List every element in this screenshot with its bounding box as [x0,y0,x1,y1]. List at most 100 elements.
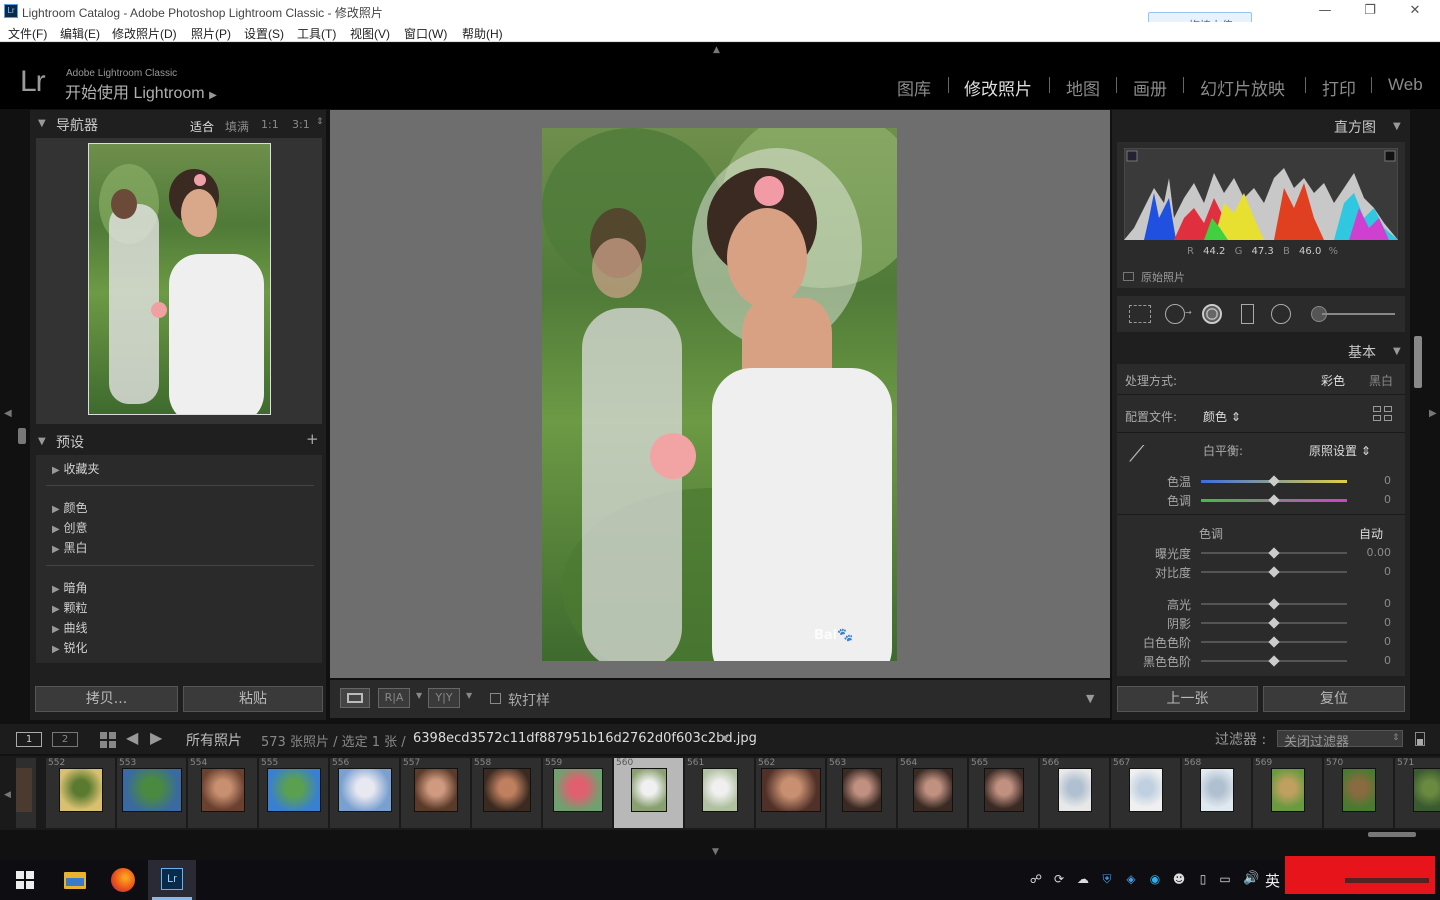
tint-knob[interactable] [1268,494,1280,506]
collapse-top-icon[interactable]: ▲ [713,45,720,55]
main-screen-button[interactable]: 1 [16,732,42,747]
brush-slider[interactable] [1322,313,1395,315]
navigator-preview[interactable] [36,138,322,424]
preset-group-creative[interactable]: ▶ 创意 [52,519,88,536]
highlights-knob[interactable] [1268,598,1280,610]
source-label[interactable]: 所有照片 [186,730,242,750]
filmstrip-thumbnail[interactable]: 553 [117,758,187,828]
radial-filter-icon[interactable] [1271,304,1291,324]
crop-tool-icon[interactable] [1129,305,1151,323]
collapse-bottom-icon[interactable]: ▼ [712,847,719,857]
menu-photo[interactable]: 照片(P) [191,25,231,42]
filmstrip-thumbnail[interactable]: 556 [330,758,400,828]
back-arrow-icon[interactable]: ◀ [126,728,138,747]
windows-start-icon[interactable] [16,871,34,889]
histogram-graph[interactable] [1124,148,1398,240]
blacks-knob[interactable] [1268,655,1280,667]
eyedropper-icon[interactable]: ⟋ [1129,442,1144,467]
minimize-button[interactable]: — [1305,2,1345,20]
image-canvas[interactable]: Bai🐾 [330,110,1110,678]
firefox-icon[interactable] [111,868,135,892]
previous-button[interactable]: 上一张 [1117,686,1258,712]
preset-group-sharpen[interactable]: ▶ 锐化 [52,639,88,656]
ime-indicator[interactable]: 英 [1265,870,1280,891]
basic-header[interactable]: 基本 ▼ [1112,338,1410,362]
tray-device-icon[interactable]: ▯ [1196,872,1210,886]
menu-window[interactable]: 窗口(W) [404,25,447,42]
toolbar-menu-icon[interactable]: ▼ [1086,692,1094,705]
module-slideshow[interactable]: 幻灯片放映 [1200,75,1285,100]
filter-lock-icon[interactable] [1415,732,1425,746]
partial-thumbnail[interactable] [16,758,36,828]
main-photo[interactable]: Bai🐾 [542,128,897,661]
histogram-header[interactable]: 直方图 ▼ [1112,112,1410,138]
loupe-view-button[interactable] [340,688,370,708]
filmstrip-thumbnail[interactable]: 559 [543,758,613,828]
dropdown-icon[interactable]: ▼ [416,691,422,700]
contrast-knob[interactable] [1268,566,1280,578]
filmstrip-left-icon[interactable]: ◀ [4,790,11,800]
filmstrip-thumbnail[interactable]: 554 [188,758,258,828]
menu-view[interactable]: 视图(V) [350,25,390,42]
wb-select[interactable]: 原照设置 ⇕ [1309,442,1371,459]
right-scrollbar[interactable] [1414,336,1422,388]
reset-button[interactable]: 复位 [1263,686,1405,712]
filmstrip-thumbnail[interactable]: 568 [1182,758,1252,828]
filmstrip-thumbnail[interactable]: 567 [1111,758,1181,828]
lightroom-taskbar-button[interactable]: Lr [148,860,196,900]
tray-monitor-icon[interactable]: ▭ [1218,872,1232,886]
auto-tone-button[interactable]: 自动 [1359,525,1383,542]
filmstrip-scrollbar[interactable] [1368,832,1416,837]
module-web[interactable]: Web [1388,75,1423,95]
maximize-button[interactable]: ❐ [1350,2,1390,20]
left-scrollbar[interactable] [18,428,26,444]
treatment-color[interactable]: 彩色 [1321,372,1345,389]
left-panel-toggle-icon[interactable]: ◀ [4,408,12,419]
zoom-fit[interactable]: 适合 [190,118,214,135]
right-panel-toggle-icon[interactable]: ▶ [1429,408,1437,419]
preset-group-vignette[interactable]: ▶ 暗角 [52,579,88,596]
tray-network-icon[interactable]: ☍ [1029,872,1043,886]
preset-group-favorites[interactable]: ▶ 收藏夹 [52,460,100,477]
tray-wifi-helper-icon[interactable]: ◉ [1148,872,1162,886]
menu-help[interactable]: 帮助(H) [462,25,503,42]
preset-group-bw[interactable]: ▶ 黑白 [52,539,88,556]
tray-qq-icon[interactable]: ☻ [1172,872,1186,886]
filmstrip-thumbnail[interactable]: 557 [401,758,471,828]
zoom-1-1[interactable]: 1:1 [261,118,279,131]
whites-knob[interactable] [1268,636,1280,648]
filter-select[interactable]: 关闭过滤器 ⇕ [1277,730,1403,750]
preset-group-color[interactable]: ▶ 颜色 [52,499,88,516]
temp-knob[interactable] [1268,475,1280,487]
menu-develop[interactable]: 修改照片(D) [112,25,177,42]
menu-tools[interactable]: 工具(T) [297,25,336,42]
tray-sync-icon[interactable]: ⟳ [1052,872,1066,886]
close-button[interactable]: ✕ [1395,2,1435,20]
module-develop[interactable]: 修改照片 [964,75,1032,100]
presets-header[interactable]: ▼ 预设 + [30,428,326,452]
module-book[interactable]: 画册 [1133,75,1167,100]
spot-removal-icon[interactable] [1165,304,1185,324]
menu-file[interactable]: 文件(F) [8,25,47,42]
dropdown-icon[interactable]: ▼ [466,691,472,700]
filmstrip-thumbnail[interactable]: 571 [1395,758,1440,828]
navigator-header[interactable]: ▼ 导航器 适合 填满 1:1 3:1 ⇕ [30,112,326,136]
file-explorer-icon[interactable] [64,872,86,889]
filmstrip-thumbnail[interactable]: 565 [969,758,1039,828]
menu-settings[interactable]: 设置(S) [244,25,284,42]
filmstrip-thumbnail[interactable]: 555 [259,758,329,828]
grid-view-icon[interactable] [100,732,116,748]
preset-group-grain[interactable]: ▶ 颗粒 [52,599,88,616]
filmstrip-thumbnail[interactable]: 561 [685,758,755,828]
filmstrip-thumbnail[interactable]: 558 [472,758,542,828]
module-print[interactable]: 打印 [1322,75,1356,100]
softproof-checkbox[interactable] [490,693,501,704]
filmstrip-thumbnail[interactable]: 570 [1324,758,1394,828]
module-map[interactable]: 地图 [1066,75,1100,100]
tray-volume-icon[interactable]: 🔊 [1243,872,1259,886]
filmstrip-thumbnail[interactable]: 569 [1253,758,1323,828]
filmstrip-thumbnail[interactable]: 560 [614,758,684,828]
filmstrip-thumbnail[interactable]: 564 [898,758,968,828]
before-after-tb-button[interactable]: Y|Y [428,688,460,708]
filmstrip-thumbnail[interactable]: 566 [1040,758,1110,828]
